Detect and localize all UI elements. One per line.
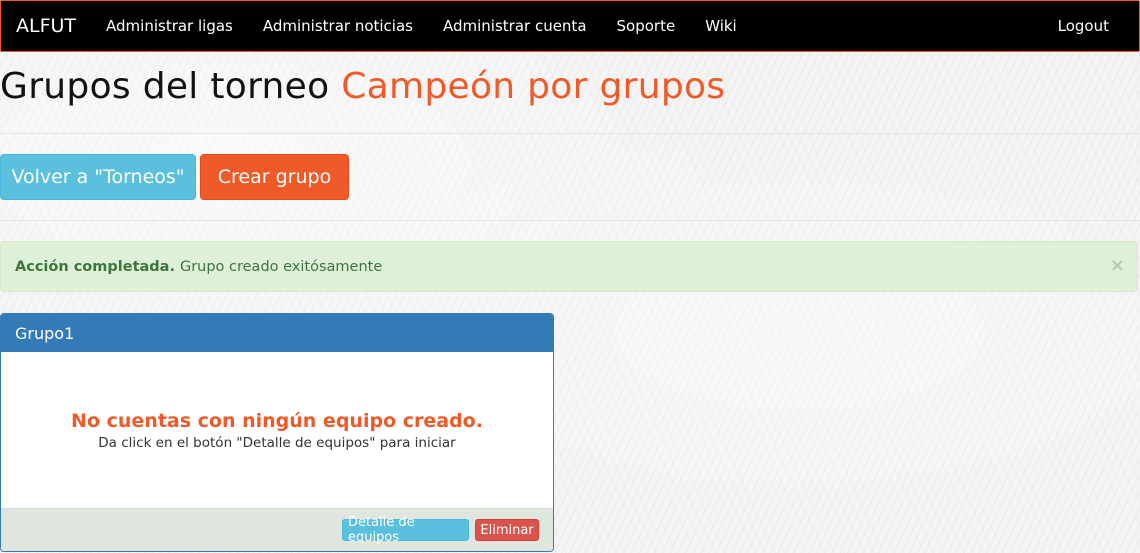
divider-bottom — [0, 220, 1140, 221]
group-panel: Grupo1 No cuentas con ningún equipo crea… — [0, 313, 554, 552]
nav-item-administrar-noticias[interactable]: Administrar noticias — [248, 17, 428, 35]
alert-message: Grupo creado exitósamente — [179, 258, 383, 275]
group-panel-body: No cuentas con ningún equipo creado. Da … — [1, 352, 553, 510]
logout-link[interactable]: Logout — [1043, 17, 1124, 35]
divider-top — [0, 133, 1140, 134]
team-details-button[interactable]: Detalle de equipos — [342, 515, 469, 545]
empty-state-subtitle: Da click en el botón "Detalle de equipos… — [98, 434, 456, 451]
create-group-button[interactable]: Crear grupo — [200, 154, 349, 200]
close-icon[interactable]: × — [1110, 255, 1125, 276]
group-panel-title: Grupo1 — [1, 314, 553, 352]
brand-logo[interactable]: ALFUT — [16, 15, 76, 37]
group-panel-footer: Detalle de equipos Eliminar — [1, 508, 553, 551]
back-to-tournaments-button[interactable]: Volver a "Torneos" — [0, 154, 196, 200]
delete-group-button[interactable]: Eliminar — [475, 519, 539, 541]
page-title-prefix: Grupos del torneo — [0, 66, 330, 107]
success-alert: Acción completada. Grupo creado exitósam… — [0, 241, 1138, 292]
nav-item-wiki[interactable]: Wiki — [690, 17, 752, 35]
page-title-tournament: Campeón por grupos — [341, 66, 726, 107]
nav-item-administrar-cuenta[interactable]: Administrar cuenta — [428, 17, 602, 35]
nav-item-soporte[interactable]: Soporte — [602, 17, 691, 35]
top-navbar: ALFUT Administrar ligas Administrar noti… — [0, 0, 1140, 52]
page-title: Grupos del torneo Campeón por grupos — [0, 66, 725, 107]
nav-item-administrar-ligas[interactable]: Administrar ligas — [91, 17, 248, 35]
empty-state-title: No cuentas con ningún equipo creado. — [71, 409, 483, 432]
alert-strong-text: Acción completada. — [15, 258, 175, 275]
